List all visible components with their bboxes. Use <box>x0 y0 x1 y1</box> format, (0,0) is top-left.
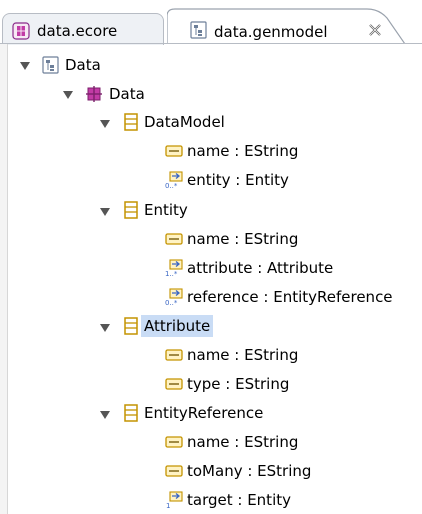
tree-class-label[interactable]: Entity <box>141 199 191 221</box>
tree-class-label-selected[interactable]: Attribute <box>141 315 214 337</box>
tree-feature-label[interactable]: name : EString <box>184 228 301 250</box>
class-icon <box>124 201 138 219</box>
reference-many-icon: 0..* <box>165 171 183 189</box>
tab-strip-divider <box>0 43 422 44</box>
package-icon <box>86 86 102 102</box>
tab-label: data.genmodel <box>214 23 328 41</box>
close-icon[interactable] <box>367 22 383 38</box>
expand-triangle-icon[interactable] <box>19 60 31 72</box>
tree-feature-label[interactable]: toMany : EString <box>184 460 314 482</box>
reference-single-icon: 1 <box>166 491 183 509</box>
ecore-package-icon <box>12 22 30 40</box>
class-icon <box>124 317 138 335</box>
class-icon <box>124 404 138 422</box>
svg-text:1..*: 1..* <box>165 270 178 277</box>
tab-data-ecore[interactable]: data.ecore <box>2 13 164 45</box>
reference-many-icon: 0..* <box>165 288 183 306</box>
tree-class-label[interactable]: EntityReference <box>141 402 266 424</box>
attribute-icon <box>165 233 183 245</box>
editor-tab-strip: data.ecore data.genmodel <box>0 0 422 45</box>
tree-feature-label[interactable]: name : EString <box>184 140 301 162</box>
left-gutter <box>0 44 8 514</box>
tree-root-label[interactable]: Data <box>62 54 104 76</box>
reference-many-icon: 1..* <box>165 259 183 277</box>
expand-triangle-icon[interactable] <box>99 409 111 421</box>
class-icon <box>124 113 138 131</box>
attribute-icon <box>165 145 183 157</box>
tree-feature-label[interactable]: attribute : Attribute <box>184 257 336 279</box>
tree-feature-label[interactable]: name : EString <box>184 344 301 366</box>
tree-feature-label[interactable]: type : EString <box>184 373 292 395</box>
tree-package-label[interactable]: Data <box>106 83 148 105</box>
tab-label: data.ecore <box>37 22 118 40</box>
expand-triangle-icon[interactable] <box>99 322 111 334</box>
svg-text:1: 1 <box>166 502 170 509</box>
expand-triangle-icon[interactable] <box>62 89 74 101</box>
tree-feature-label[interactable]: reference : EntityReference <box>184 286 396 308</box>
tree-feature-label[interactable]: entity : Entity <box>184 169 292 191</box>
attribute-icon <box>165 378 183 390</box>
attribute-icon <box>165 349 183 361</box>
svg-text:0..*: 0..* <box>165 182 178 189</box>
genmodel-root-icon <box>42 56 59 74</box>
tree-feature-label[interactable]: target : Entity <box>184 489 294 511</box>
svg-text:0..*: 0..* <box>165 299 178 306</box>
expand-triangle-icon[interactable] <box>99 118 111 130</box>
tree-feature-label[interactable]: name : EString <box>184 431 301 453</box>
tree-class-label[interactable]: DataModel <box>141 111 228 133</box>
expand-triangle-icon[interactable] <box>99 206 111 218</box>
genmodel-icon <box>190 21 207 39</box>
attribute-icon <box>165 465 183 477</box>
attribute-icon <box>165 436 183 448</box>
